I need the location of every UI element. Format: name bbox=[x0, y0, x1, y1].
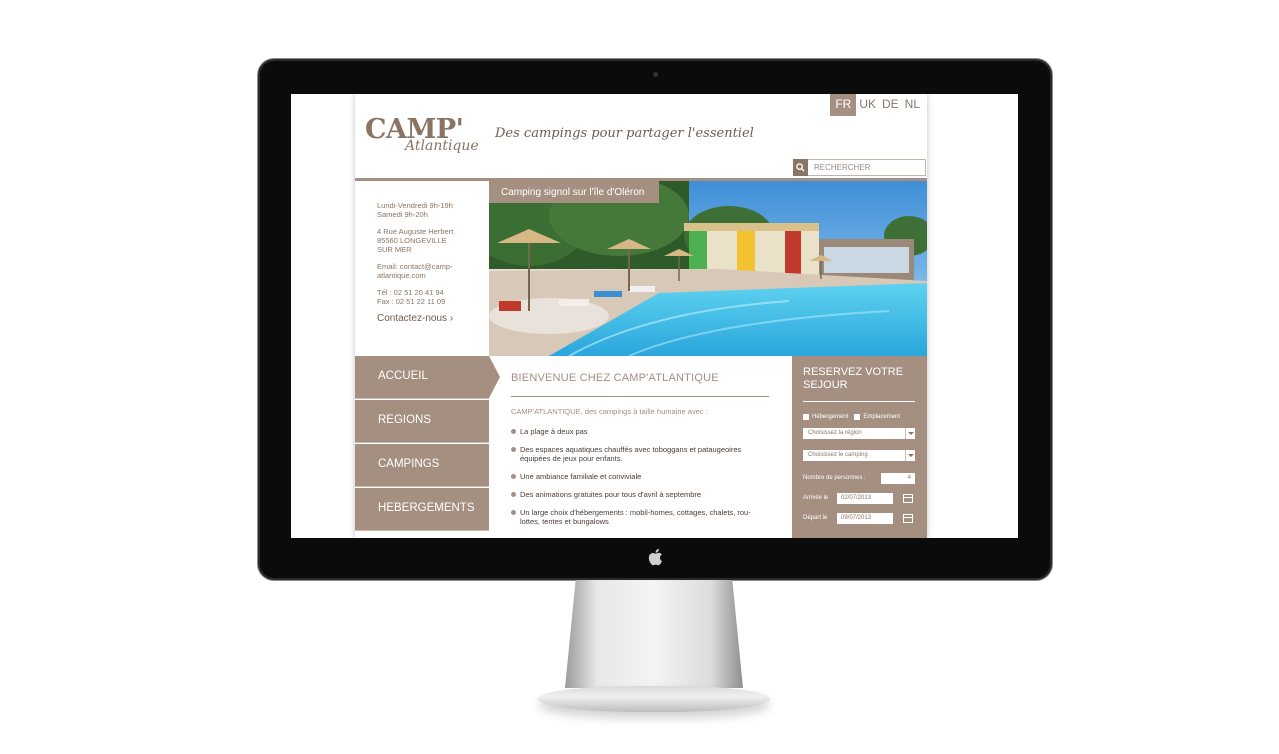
nav-label-accueil: ACCUEIL bbox=[378, 370, 428, 382]
nav-label-campings: CAMPINGS bbox=[378, 458, 440, 470]
departure-row: Départ le 09/07/2013 bbox=[803, 512, 917, 524]
nav-item-regions[interactable]: REGIONS bbox=[355, 400, 489, 443]
arrival-row: Arrivée le 02/07/2013 bbox=[803, 492, 917, 504]
persons-row: Nombre de personnes : 4 bbox=[803, 472, 917, 484]
site-header: CAMP' Atlantique Des campings pour parta… bbox=[355, 94, 927, 178]
list-item: Des espaces aquatiques chauffés avec tob… bbox=[511, 445, 761, 463]
nav-item-campings[interactable]: CAMPINGS bbox=[355, 444, 489, 487]
screen: CAMP' Atlantique Des campings pour parta… bbox=[291, 94, 1018, 538]
chevron-right-icon: › bbox=[449, 313, 454, 324]
feature-list: La plage à deux pas Des espaces aquatiqu… bbox=[511, 427, 792, 526]
main-nav: ACCUEIL REGIONS CAMPINGS HEBERGEMENTS bbox=[355, 356, 500, 538]
region-select[interactable]: Choisissez la région bbox=[803, 428, 915, 439]
apple-logo-icon bbox=[648, 548, 662, 566]
list-item: Un large choix d'hébergements : mobil-ho… bbox=[511, 508, 761, 526]
hero-caption: Camping signol sur l'île d'Oléron bbox=[489, 181, 659, 203]
search-box: RECHERCHER bbox=[793, 159, 926, 176]
nav-label-hebergements: HEBERGEMENTS bbox=[378, 502, 475, 514]
persons-input[interactable]: 4 bbox=[881, 472, 915, 484]
chevron-down-icon bbox=[905, 428, 915, 439]
monitor-stand bbox=[565, 580, 743, 688]
calendar-icon[interactable] bbox=[903, 493, 913, 503]
lang-nl[interactable]: NL bbox=[902, 94, 923, 116]
hero-image bbox=[489, 181, 927, 356]
list-item: Des animations gratuites pour tous d'avr… bbox=[511, 490, 761, 499]
nav-item-hebergements[interactable]: HEBERGEMENTS bbox=[355, 488, 489, 531]
chevron-down-icon bbox=[905, 450, 915, 461]
website: CAMP' Atlantique Des campings pour parta… bbox=[355, 94, 927, 538]
hebergement-label: Hébergement bbox=[812, 414, 849, 420]
camping-select[interactable]: Choisissez le camping bbox=[803, 450, 915, 461]
phone-numbers: Tél : 02 51 20 41 94 Fax : 02 51 22 11 09 bbox=[377, 288, 446, 306]
opening-hours: Lundi-Vendredi 9h-19h Samedi 9h-20h bbox=[377, 201, 453, 219]
arrival-date-input[interactable]: 02/07/2013 bbox=[837, 492, 893, 504]
contact-us-link[interactable]: Contactez-nous › bbox=[377, 313, 489, 324]
intro-text: CAMP'ATLANTIQUE, des campings à taille h… bbox=[511, 407, 708, 416]
site-tagline: Des campings pour partager l'essentiel bbox=[495, 126, 754, 141]
lang-uk[interactable]: UK bbox=[856, 94, 879, 116]
camera-icon bbox=[653, 72, 658, 77]
booking-widget: RESERVEZ VOTRE SEJOUR Hébergement Emplace… bbox=[792, 356, 927, 538]
hebergement-checkbox[interactable] bbox=[803, 414, 809, 420]
list-item: Une ambiance familiale et conviviale bbox=[511, 472, 761, 481]
search-input[interactable]: RECHERCHER bbox=[808, 159, 926, 176]
booking-type: Hébergement Emplacement bbox=[803, 414, 917, 420]
departure-label: Départ le bbox=[803, 515, 828, 521]
email[interactable]: Email: contact@camp-atlantique.com bbox=[377, 262, 489, 280]
nav-item-accueil[interactable]: ACCUEIL bbox=[355, 356, 500, 399]
pool-photo bbox=[489, 181, 927, 356]
arrival-label: Arrivée le bbox=[803, 495, 829, 501]
logo-sub-text: Atlantique bbox=[405, 138, 479, 154]
calendar-icon[interactable] bbox=[903, 513, 913, 523]
site-logo[interactable]: CAMP' Atlantique bbox=[365, 114, 480, 162]
persons-label: Nombre de personnes : bbox=[803, 475, 866, 481]
search-button[interactable] bbox=[793, 159, 808, 176]
departure-date-input[interactable]: 09/07/2013 bbox=[837, 512, 893, 524]
search-icon bbox=[796, 163, 805, 172]
language-switcher: FR UK DE NL bbox=[830, 94, 923, 116]
address: 4 Rue Auguste Herbert 85560 LONGEVILLE SUR… bbox=[377, 227, 454, 254]
booking-title: RESERVEZ VOTRE SEJOUR bbox=[803, 366, 904, 391]
contact-info: Lundi-Vendredi 9h-19h Samedi 9h-20h 4 Rue… bbox=[355, 181, 489, 356]
list-item: La plage à deux pas bbox=[511, 427, 761, 436]
monitor-base bbox=[538, 686, 770, 712]
lang-fr[interactable]: FR bbox=[830, 94, 857, 116]
emplacement-checkbox[interactable] bbox=[854, 414, 861, 420]
emplacement-label: Emplacement bbox=[863, 414, 901, 420]
page-title: BIENVENUE CHEZ CAMP'ATLANTIQUE bbox=[511, 372, 719, 384]
title-divider bbox=[511, 396, 769, 397]
booking-divider bbox=[803, 401, 915, 402]
lang-de[interactable]: DE bbox=[879, 94, 902, 116]
main-content: BIENVENUE CHEZ CAMP'ATLANTIQUE CAMP'ATLA… bbox=[489, 356, 792, 538]
nav-label-regions: REGIONS bbox=[378, 414, 432, 426]
imac-monitor: CAMP' Atlantique Des campings pour parta… bbox=[258, 59, 1052, 580]
